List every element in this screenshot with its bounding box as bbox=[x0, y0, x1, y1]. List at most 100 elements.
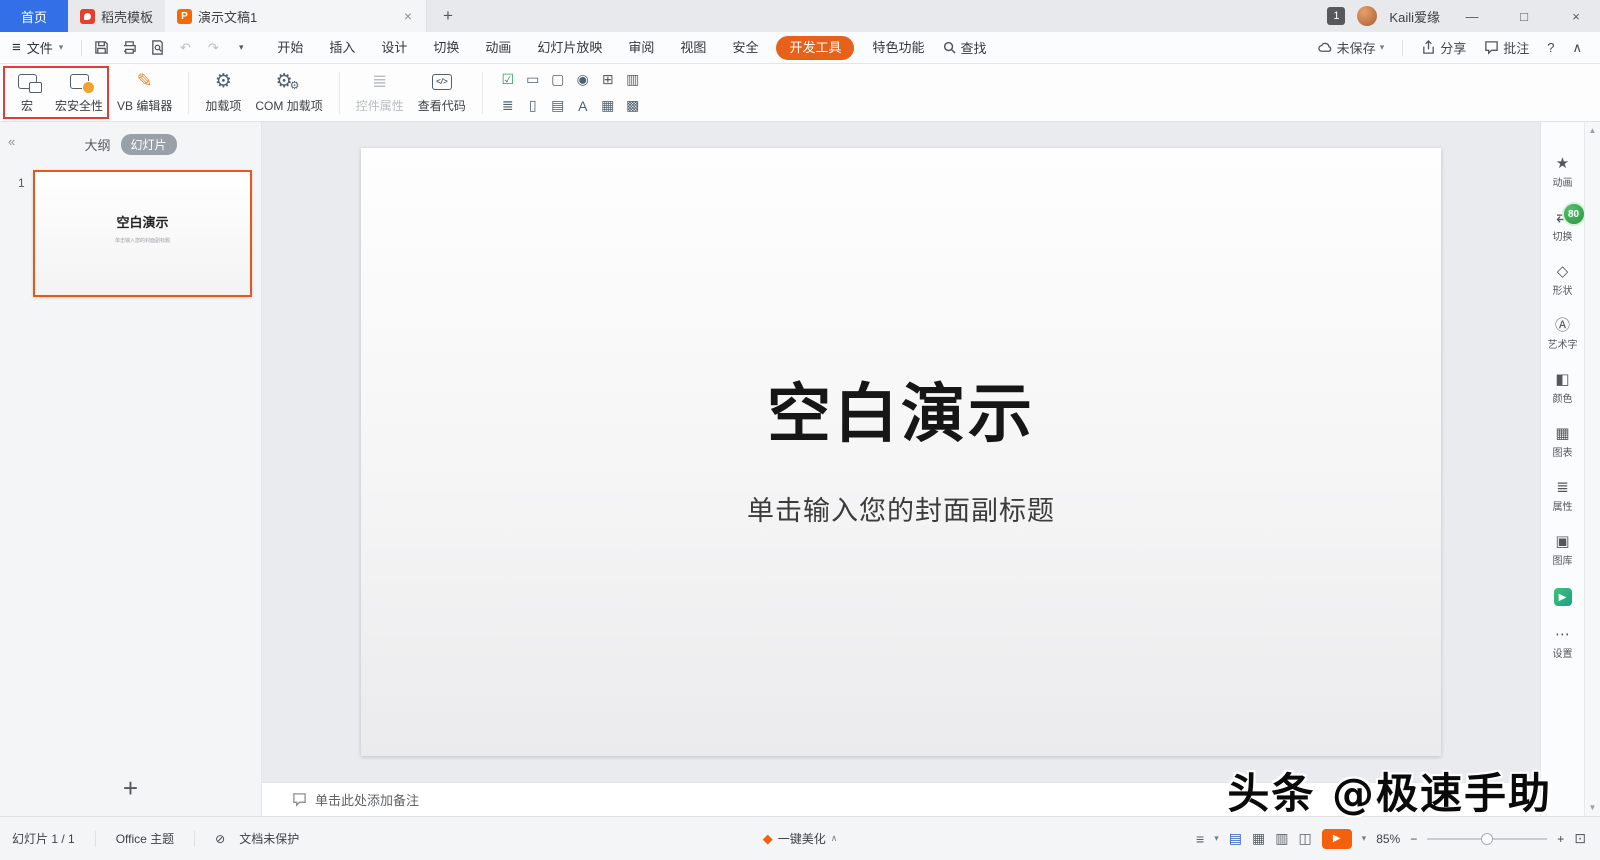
redo-button[interactable]: ↷ bbox=[204, 39, 222, 57]
zoom-in-button[interactable]: + bbox=[1557, 832, 1564, 846]
control-more-icon[interactable]: ▩ bbox=[621, 93, 645, 118]
divider bbox=[81, 40, 82, 56]
tab-review[interactable]: 审阅 bbox=[615, 32, 667, 64]
com-addins-button[interactable]: ⚙ COM 加载项 bbox=[248, 66, 329, 120]
sidebar-item-gallery[interactable]: ▣ 图库 bbox=[1553, 534, 1573, 567]
view-notes-button[interactable]: ◫ bbox=[1298, 830, 1311, 847]
play-options-icon[interactable]: ▾ bbox=[1362, 833, 1367, 844]
theme-button[interactable]: Office 主题 bbox=[116, 830, 174, 847]
comment-button[interactable]: 批注 bbox=[1478, 38, 1535, 57]
view-code-label: 查看代码 bbox=[418, 97, 466, 114]
sidebar-item-transition[interactable]: 80 ⇄ 切换 bbox=[1553, 210, 1573, 243]
control-button-icon[interactable]: ▭ bbox=[521, 67, 545, 92]
tab-special-features[interactable]: 特色功能 bbox=[859, 32, 937, 64]
macro-button[interactable]: 宏 bbox=[6, 66, 48, 120]
control-toggle-icon[interactable]: ≣ bbox=[496, 93, 520, 118]
docer-icon bbox=[80, 9, 95, 24]
view-normal-button[interactable]: ▤ bbox=[1229, 830, 1242, 847]
sidebar-item-colors[interactable]: ◧ 颜色 bbox=[1553, 372, 1573, 405]
search-button[interactable]: 查找 bbox=[943, 38, 986, 57]
slide-subtitle[interactable]: 单击输入您的封面副标题 bbox=[361, 489, 1441, 528]
slide-canvas[interactable]: 空白演示 单击输入您的封面副标题 bbox=[361, 148, 1441, 756]
tab-slideshow[interactable]: 幻灯片放映 bbox=[524, 32, 615, 64]
scroll-down-icon[interactable]: ▼ bbox=[1585, 803, 1600, 812]
collapse-ribbon-button[interactable]: ∧ bbox=[1566, 40, 1588, 56]
help-button[interactable]: ? bbox=[1541, 40, 1560, 55]
beautify-button[interactable]: ◆ 一键美化 ∧ bbox=[763, 830, 838, 847]
new-tab-button[interactable]: + bbox=[427, 0, 469, 32]
sidebar-item-animation[interactable]: ★ 动画 bbox=[1553, 156, 1573, 189]
control-label-icon[interactable]: A bbox=[571, 93, 595, 118]
tab-outline[interactable]: 大纲 bbox=[84, 135, 110, 154]
control-option-icon[interactable]: ◉ bbox=[571, 67, 595, 92]
tab-document[interactable]: P 演示文稿1 × bbox=[165, 0, 427, 32]
play-slideshow-button[interactable]: ▶ bbox=[1322, 829, 1352, 849]
window-close-button[interactable]: × bbox=[1556, 0, 1596, 32]
control-frame-icon[interactable]: ▢ bbox=[546, 67, 570, 92]
tab-docer[interactable]: 稻壳模板 bbox=[68, 0, 165, 32]
control-textbox-icon[interactable]: ▯ bbox=[521, 93, 545, 118]
tab-design[interactable]: 设计 bbox=[368, 32, 420, 64]
print-preview-button[interactable] bbox=[148, 39, 166, 57]
view-sorter-button[interactable]: ▦ bbox=[1252, 830, 1265, 847]
sidebar-item-wordart[interactable]: Ⓐ 艺术字 bbox=[1548, 318, 1578, 351]
tab-start[interactable]: 开始 bbox=[264, 32, 316, 64]
addins-label: 加载项 bbox=[205, 97, 241, 114]
control-checkbox-icon[interactable]: ☑ bbox=[496, 67, 520, 92]
slide-title[interactable]: 空白演示 bbox=[361, 363, 1441, 455]
shapes-icon: ◇ bbox=[1557, 264, 1569, 280]
collapse-panel-icon[interactable]: « bbox=[8, 134, 15, 149]
vertical-scrollbar[interactable]: ▲ ▼ bbox=[1584, 122, 1600, 816]
sidebar-item-properties[interactable]: ≣ 属性 bbox=[1553, 480, 1573, 513]
zoom-slider-knob[interactable] bbox=[1481, 833, 1493, 845]
save-status[interactable]: 未保存 ▾ bbox=[1312, 38, 1391, 57]
sidebar-item-shapes[interactable]: ◇ 形状 bbox=[1553, 264, 1573, 297]
sidebar-item-settings[interactable]: ⋯ 设置 bbox=[1553, 627, 1573, 660]
control-spin-icon[interactable]: ⊞ bbox=[596, 67, 620, 92]
save-button[interactable] bbox=[92, 39, 110, 57]
scroll-up-icon[interactable]: ▲ bbox=[1585, 126, 1600, 135]
tab-home[interactable]: 首页 bbox=[0, 0, 68, 32]
charts-icon: ▦ bbox=[1555, 426, 1569, 442]
zoom-level[interactable]: 85% bbox=[1376, 832, 1400, 846]
undo-button[interactable]: ↶ bbox=[176, 39, 194, 57]
control-image-icon[interactable]: ▦ bbox=[596, 93, 620, 118]
minimize-button[interactable]: — bbox=[1452, 0, 1492, 32]
divider bbox=[95, 831, 96, 847]
username[interactable]: Kaili爱缘 bbox=[1389, 7, 1440, 26]
tab-transition[interactable]: 切换 bbox=[420, 32, 472, 64]
sidebar-item-charts[interactable]: ▦ 图表 bbox=[1553, 426, 1573, 459]
notification-badge[interactable]: 1 bbox=[1327, 7, 1345, 25]
vb-editor-button[interactable]: ✎ VB 编辑器 bbox=[110, 66, 179, 120]
file-menu[interactable]: ≡ 文件 ▾ bbox=[0, 38, 75, 57]
protection-status[interactable]: 文档未保护 bbox=[239, 830, 299, 847]
control-listbox-icon[interactable]: ▥ bbox=[621, 67, 645, 92]
toolbar-more-button[interactable]: ▾ bbox=[232, 39, 250, 57]
macro-security-button[interactable]: 宏安全性 bbox=[48, 66, 110, 120]
promo-badge[interactable]: 80 bbox=[1562, 202, 1586, 226]
tab-developer-tools[interactable]: 开发工具 bbox=[776, 36, 854, 60]
tab-security[interactable]: 安全 bbox=[719, 32, 771, 64]
maximize-button[interactable]: □ bbox=[1504, 0, 1544, 32]
wordart-icon: Ⓐ bbox=[1555, 318, 1570, 334]
tab-close-icon[interactable]: × bbox=[402, 8, 414, 24]
view-reading-button[interactable]: ▥ bbox=[1275, 830, 1288, 847]
addins-button[interactable]: ⚙ 加载项 bbox=[198, 66, 248, 120]
fullscreen-button[interactable]: ⊡ bbox=[1574, 830, 1586, 847]
tab-view[interactable]: 视图 bbox=[667, 32, 719, 64]
slide-count: 幻灯片 1 / 1 bbox=[12, 830, 75, 847]
zoom-slider[interactable] bbox=[1427, 832, 1547, 846]
zoom-out-button[interactable]: − bbox=[1410, 832, 1417, 846]
print-button[interactable] bbox=[120, 39, 138, 57]
control-combobox-icon[interactable]: ▤ bbox=[546, 93, 570, 118]
share-button[interactable]: 分享 bbox=[1415, 38, 1472, 57]
avatar[interactable] bbox=[1357, 6, 1377, 26]
tab-animation[interactable]: 动画 bbox=[472, 32, 524, 64]
view-code-button[interactable]: </> 查看代码 bbox=[411, 66, 473, 120]
list-options-button[interactable]: ≡ bbox=[1196, 831, 1204, 847]
slide-thumbnail[interactable]: 空白演示 单击输入您的封面副标题 bbox=[33, 170, 252, 297]
tab-insert[interactable]: 插入 bbox=[316, 32, 368, 64]
sidebar-item-plugin[interactable]: ▶ bbox=[1554, 588, 1572, 606]
add-slide-button[interactable]: + bbox=[0, 773, 261, 804]
tab-slides[interactable]: 幻灯片 bbox=[121, 134, 177, 155]
